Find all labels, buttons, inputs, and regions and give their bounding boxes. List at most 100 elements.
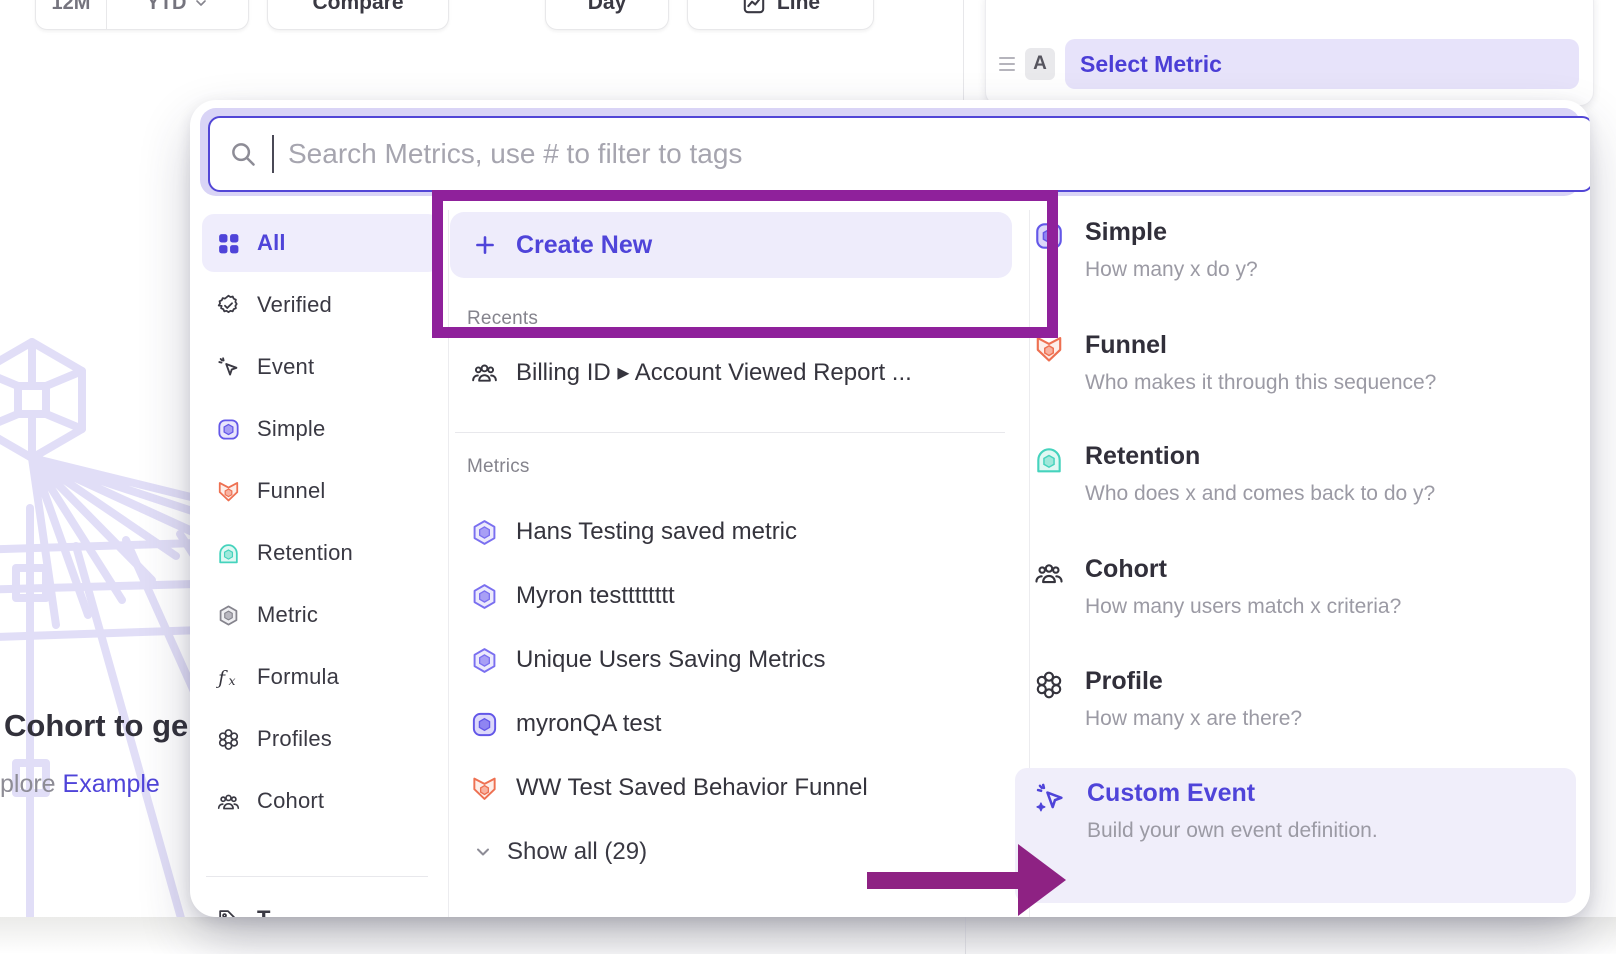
metric-type-retention[interactable]: Retention Who does x and comes back to d… — [1033, 442, 1578, 506]
category-partial-tags[interactable]: T — [202, 890, 440, 917]
category-profiles[interactable]: Profiles — [202, 710, 440, 768]
profiles-flower-icon — [216, 727, 241, 752]
category-simple[interactable]: Simple — [202, 400, 440, 458]
search-icon — [228, 139, 258, 169]
range-ytd-button[interactable]: YTD — [107, 0, 248, 29]
metric-list-item[interactable]: Unique Users Saving Metrics — [470, 632, 825, 688]
metric-type-simple[interactable]: Simple How many x do y? — [1033, 218, 1578, 282]
metric-item-label: Unique Users Saving Metrics — [516, 646, 825, 674]
recent-item[interactable]: Billing ID ▸ Account Viewed Report ... — [470, 344, 912, 400]
day-label: Day — [588, 0, 627, 15]
line-chart-icon — [741, 0, 767, 16]
sidebar-divider — [206, 876, 428, 877]
category-label: Funnel — [257, 478, 325, 504]
event-cursor-icon — [216, 355, 241, 380]
metric-item-label: WW Test Saved Behavior Funnel — [516, 774, 868, 802]
chart-type-line-button[interactable]: Line — [687, 0, 874, 30]
show-all-label: Show all (29) — [507, 838, 647, 866]
type-title: Profile — [1085, 667, 1302, 696]
metric-type-custom-event[interactable]: Custom Event Build your own event defini… — [1033, 779, 1578, 843]
category-label: Verified — [257, 292, 332, 318]
category-formula[interactable]: ƒx Formula — [202, 648, 440, 706]
type-title: Custom Event — [1087, 779, 1378, 808]
annotation-arrow-head — [1018, 844, 1066, 916]
metric-type-funnel[interactable]: Funnel Who makes it through this sequenc… — [1033, 331, 1578, 395]
cohort-people-icon — [1033, 557, 1065, 589]
category-metric[interactable]: Metric — [202, 586, 440, 644]
type-description: How many x are there? — [1085, 707, 1302, 731]
metric-item-label: Hans Testing saved metric — [516, 518, 797, 546]
category-label: Profiles — [257, 726, 332, 752]
select-metric-pill[interactable]: Select Metric — [1065, 39, 1579, 89]
category-funnel[interactable]: Funnel — [202, 462, 440, 520]
category-label: Simple — [257, 416, 325, 442]
category-verified[interactable]: Verified — [202, 276, 440, 334]
metric-list-item[interactable]: Hans Testing saved metric — [470, 504, 797, 560]
category-retention[interactable]: Retention — [202, 524, 440, 582]
chevron-down-icon — [473, 842, 493, 862]
metric-list-item[interactable]: myronQA test — [470, 696, 661, 752]
type-description: Build your own event definition. — [1087, 819, 1378, 843]
series-letter-badge: A — [1025, 48, 1055, 80]
metric-list-item[interactable]: Myron testttttttt — [470, 568, 675, 624]
annotation-highlight-box — [432, 190, 1058, 338]
search-input[interactable]: Search Metrics, use # to filter to tags — [208, 116, 1590, 192]
range-12m-label: 12M — [52, 0, 91, 15]
funnel-icon — [216, 479, 241, 504]
metric-hexagon-purple-icon — [470, 582, 499, 611]
metric-list-item[interactable]: WW Test Saved Behavior Funnel — [470, 760, 868, 816]
category-label: Formula — [257, 664, 339, 690]
simple-metric-icon — [470, 710, 499, 739]
type-description: How many x do y? — [1085, 258, 1258, 282]
cohort-people-icon — [216, 789, 241, 814]
range-12m-button[interactable]: 12M — [36, 0, 107, 29]
example-reports-link[interactable]: Example — [63, 770, 160, 798]
formula-icon: ƒx — [216, 665, 241, 690]
metric-hexagon-icon — [216, 603, 241, 628]
category-event[interactable]: Event — [202, 338, 440, 396]
metric-item-label: Myron testttttttt — [516, 582, 675, 610]
category-label: All — [257, 230, 286, 256]
annotation-arrow — [867, 872, 1019, 889]
metric-hexagon-purple-icon — [470, 646, 499, 675]
cohort-people-icon — [470, 358, 499, 387]
retention-icon — [1033, 444, 1065, 476]
retention-icon — [216, 541, 241, 566]
empty-state-subtext: plore Example — [0, 770, 160, 799]
type-description: Who does x and comes back to do y? — [1085, 482, 1435, 506]
metric-type-profile[interactable]: Profile How many x are there? — [1033, 667, 1578, 731]
simple-metric-icon — [216, 417, 241, 442]
compare-button[interactable]: Compare — [267, 0, 449, 30]
chevron-down-icon — [193, 0, 209, 11]
category-label: Metric — [257, 602, 318, 628]
query-builder-card: A Select Metric — [985, 0, 1594, 106]
funnel-icon — [470, 774, 499, 803]
recents-metrics-divider — [455, 432, 1005, 433]
tag-icon — [216, 907, 241, 918]
custom-event-icon — [1033, 781, 1067, 815]
category-label-fragment: T — [257, 906, 271, 917]
metrics-section-header: Metrics — [467, 456, 530, 478]
type-description: Who makes it through this sequence? — [1085, 371, 1436, 395]
empty-state-headline-fragment: Cohort to ge — [4, 708, 188, 744]
type-title: Cohort — [1085, 555, 1401, 584]
svg-text:ƒ: ƒ — [216, 667, 228, 688]
show-all-toggle[interactable]: Show all (29) — [473, 826, 647, 878]
category-label: Retention — [257, 540, 353, 566]
compare-label: Compare — [312, 0, 403, 15]
type-description: How many users match x criteria? — [1085, 595, 1401, 619]
type-title: Simple — [1085, 218, 1258, 247]
type-title: Funnel — [1085, 331, 1436, 360]
panel-divider-top — [963, 0, 964, 102]
metric-type-cohort[interactable]: Cohort How many users match x criteria? — [1033, 555, 1578, 619]
drag-handle-icon[interactable] — [999, 57, 1015, 71]
svg-text:x: x — [229, 672, 236, 687]
metric-hexagon-purple-icon — [470, 518, 499, 547]
grid-icon — [216, 231, 241, 256]
category-all[interactable]: All — [202, 214, 440, 272]
category-cohort[interactable]: Cohort — [202, 772, 440, 830]
verified-badge-icon — [216, 293, 241, 318]
profiles-flower-icon — [1033, 669, 1065, 701]
granularity-day-button[interactable]: Day — [545, 0, 669, 30]
page-bottom-strip — [0, 917, 1616, 954]
